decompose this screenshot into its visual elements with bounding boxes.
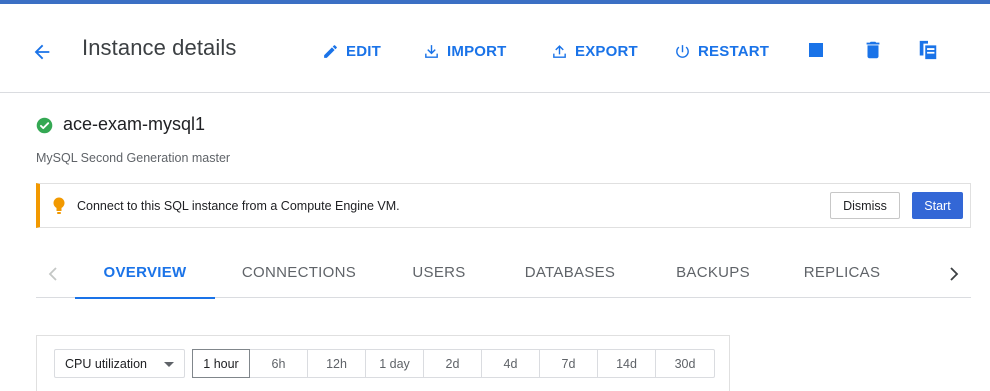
edit-button-label: EDIT [346, 42, 381, 60]
tab-bar: OVERVIEW CONNECTIONS USERS DATABASES BAC… [36, 246, 971, 299]
tab-databases[interactable]: DATABASES [511, 246, 629, 298]
clone-icon [919, 40, 937, 60]
range-7d[interactable]: 7d [540, 350, 598, 377]
instance-name: ace-exam-mysql1 [63, 114, 206, 134]
edit-button[interactable]: EDIT [322, 38, 381, 64]
range-2d[interactable]: 2d [424, 350, 482, 377]
range-4d[interactable]: 4d [482, 350, 540, 377]
export-button[interactable]: EXPORT [551, 38, 638, 64]
page-title: Instance details [82, 35, 237, 60]
dismiss-button[interactable]: Dismiss [830, 192, 900, 219]
metrics-panel: CPU utilization 1 hour 6h 12h 1 day 2d 4… [36, 335, 730, 391]
tab-backups[interactable]: BACKUPS [659, 246, 767, 298]
start-button[interactable]: Start [912, 192, 963, 219]
tabs-scroll-left-button[interactable] [40, 261, 66, 287]
page-header: Instance details EDIT IMPORT EXPORT REST… [0, 4, 990, 93]
instance-type: MySQL Second Generation master [36, 151, 231, 165]
delete-icon [866, 41, 880, 59]
chevron-left-icon [48, 267, 57, 281]
lightbulb-icon [53, 197, 65, 214]
import-icon [425, 44, 438, 58]
export-button-label: EXPORT [575, 42, 638, 60]
tab-overview[interactable]: OVERVIEW [75, 246, 215, 299]
tabs-scroll-right-button[interactable] [941, 261, 967, 287]
clone-button[interactable] [913, 34, 943, 66]
metric-select[interactable]: CPU utilization [54, 349, 185, 378]
arrow-back-icon [34, 44, 50, 60]
delete-button[interactable] [858, 34, 888, 66]
range-1-hour[interactable]: 1 hour [192, 349, 250, 378]
stop-icon [809, 43, 823, 57]
pencil-icon [324, 44, 337, 58]
connect-banner: Connect to this SQL instance from a Comp… [36, 183, 971, 228]
power-icon [676, 44, 689, 58]
check-circle-icon [36, 117, 53, 134]
metric-select-value: CPU utilization [65, 356, 147, 371]
time-range-selector: 1 hour 6h 12h 1 day 2d 4d 7d 14d 30d [192, 349, 715, 378]
export-icon [553, 44, 566, 58]
restart-button-label: RESTART [698, 42, 770, 60]
range-14d[interactable]: 14d [598, 350, 656, 377]
tab-connections[interactable]: CONNECTIONS [232, 246, 366, 298]
restart-button[interactable]: RESTART [674, 38, 769, 64]
back-button[interactable] [20, 32, 64, 72]
import-button[interactable]: IMPORT [423, 38, 507, 64]
tab-users[interactable]: USERS [396, 246, 482, 298]
dropdown-caret-icon [164, 362, 174, 367]
range-12h[interactable]: 12h [308, 350, 366, 377]
range-6h[interactable]: 6h [250, 350, 308, 377]
import-button-label: IMPORT [447, 42, 507, 60]
chevron-right-icon [950, 267, 959, 281]
tab-replicas[interactable]: REPLICAS [793, 246, 891, 298]
range-1-day[interactable]: 1 day [366, 350, 424, 377]
banner-message: Connect to this SQL instance from a Comp… [77, 199, 400, 213]
range-30d[interactable]: 30d [656, 350, 714, 377]
stop-button[interactable] [801, 34, 831, 66]
